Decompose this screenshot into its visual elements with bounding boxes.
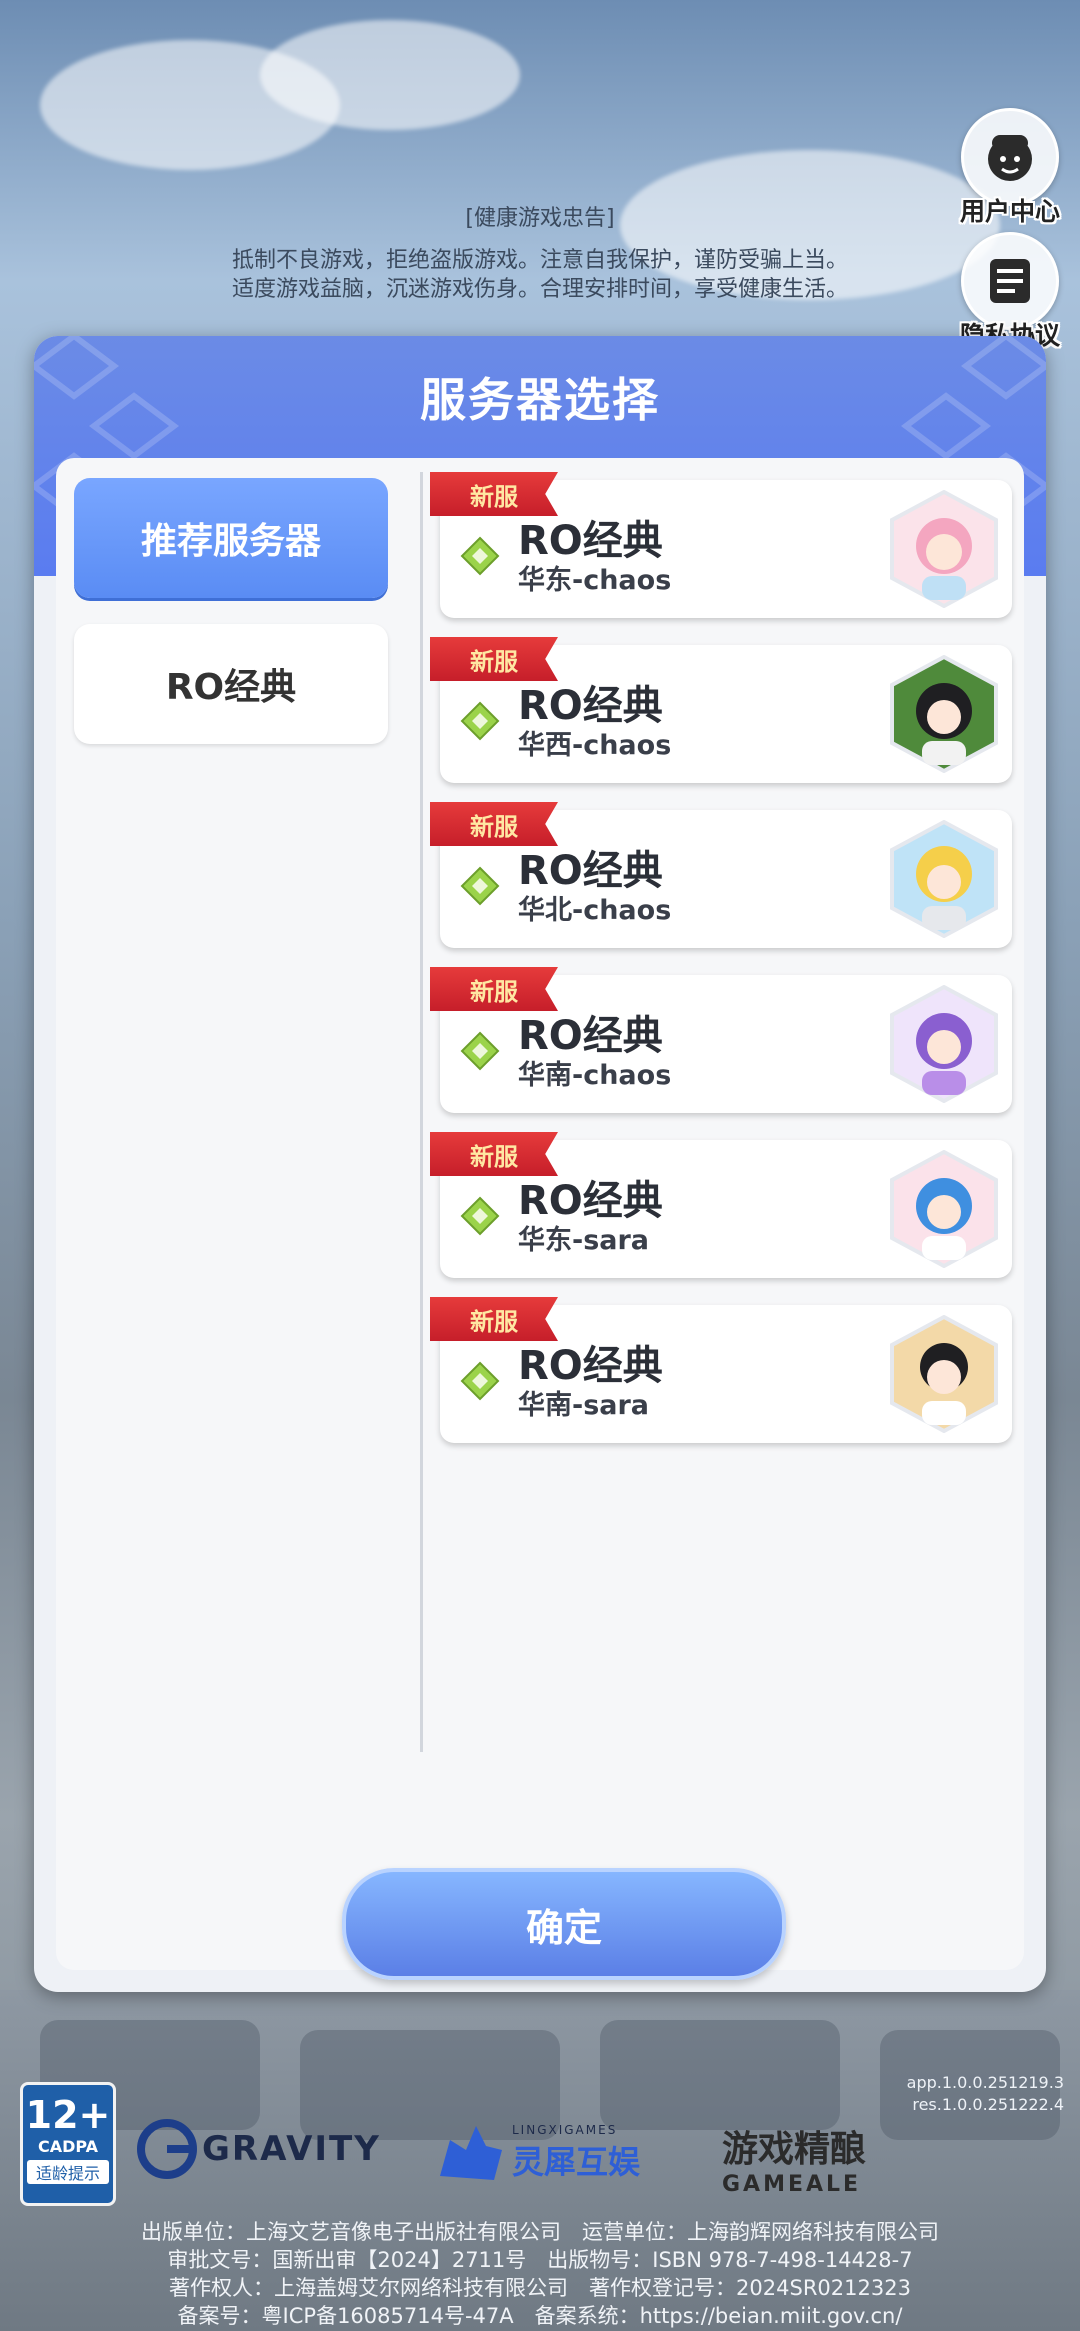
avatar-blond-boy bbox=[890, 820, 998, 938]
version-info: app.1.0.0.251219.3 res.1.0.0.251222.4 bbox=[907, 2072, 1064, 2116]
status-smooth-icon bbox=[460, 701, 500, 741]
server-region: 华南-chaos bbox=[518, 1060, 672, 1091]
avatar-purple-hair-girl bbox=[890, 985, 998, 1103]
rhino-icon bbox=[440, 2126, 502, 2180]
server-card-4[interactable]: 新服 RO经典 华南-chaos bbox=[430, 967, 1012, 1113]
status-smooth-icon bbox=[460, 1196, 500, 1236]
server-select-panel: 服务器选择 推荐服务器 RO经典 新服 RO经典 华东-chaos 新服 RO经… bbox=[34, 336, 1046, 1992]
status-smooth-icon bbox=[460, 1031, 500, 1071]
lingxi-logo: LINGXIGAMES 灵犀互娱 bbox=[436, 2120, 640, 2186]
server-region: 华东-chaos bbox=[518, 565, 672, 596]
age-rating-value: 12+ bbox=[25, 2093, 111, 2137]
server-region: 华西-chaos bbox=[518, 730, 672, 761]
avatar-glasses-boy bbox=[890, 1315, 998, 1433]
status-smooth-icon bbox=[460, 1361, 500, 1401]
server-card-1[interactable]: 新服 RO经典 华东-chaos bbox=[430, 472, 1012, 618]
user-center-label: 用户中心 bbox=[959, 197, 1060, 226]
server-region: 华北-chaos bbox=[518, 895, 672, 926]
gameale-en-text: GAMEALE bbox=[722, 2172, 862, 2197]
health-notice-line2: 适度游戏益脑，沉迷游戏伤身。合理安排时间，享受健康生活。 bbox=[231, 277, 848, 302]
tab-ro-classic[interactable]: RO经典 bbox=[74, 624, 388, 744]
footer-line2: 审批文号：国新出审【2024】2711号 出版物号：ISBN 978-7-498… bbox=[167, 2248, 913, 2272]
privacy-button[interactable]: 隐私协议 bbox=[952, 232, 1068, 352]
server-card-3[interactable]: 新服 RO经典 华北-chaos bbox=[430, 802, 1012, 948]
lingxi-cn-text: 灵犀互娱 bbox=[512, 2143, 641, 2181]
health-notice-title: [健康游戏忠告] bbox=[465, 206, 615, 231]
server-region: 华南-sara bbox=[518, 1390, 650, 1421]
status-smooth-icon bbox=[460, 866, 500, 906]
footer-line4: 备案号：粤ICP备16085714号-47A 备案系统：https://beia… bbox=[177, 2304, 903, 2328]
gameale-logo: 游戏精酿 GAMEALE bbox=[722, 2120, 866, 2197]
app-version: app.1.0.0.251219.3 bbox=[906, 2073, 1064, 2092]
user-center-button[interactable]: 用户中心 bbox=[952, 108, 1068, 228]
tab-recommended-servers[interactable]: 推荐服务器 bbox=[74, 478, 388, 598]
status-smooth-icon bbox=[460, 536, 500, 576]
column-divider bbox=[420, 472, 423, 1752]
footer-line1: 出版单位：上海文艺音像电子出版社有限公司 运营单位：上海韵辉网络科技有限公司 bbox=[141, 2220, 939, 2244]
gameale-cn-text: 游戏精酿 bbox=[722, 2129, 867, 2170]
server-region: 华东-sara bbox=[518, 1225, 650, 1256]
confirm-button[interactable]: 确定 bbox=[342, 1868, 786, 1980]
lingxi-en-text: LINGXIGAMES bbox=[512, 2123, 618, 2137]
server-card-5[interactable]: 新服 RO经典 华东-sara bbox=[430, 1132, 1012, 1278]
server-card-6[interactable]: 新服 RO经典 华南-sara bbox=[430, 1297, 1012, 1443]
avatar-black-hair-girl bbox=[890, 655, 998, 773]
panel-title: 服务器选择 bbox=[420, 373, 660, 427]
age-rating-org: CADPA bbox=[37, 2137, 99, 2156]
avatar-blue-hair-girl bbox=[890, 1150, 998, 1268]
server-card-2[interactable]: 新服 RO经典 华西-chaos bbox=[430, 637, 1012, 783]
gravity-logo: GRAVITY bbox=[136, 2118, 381, 2180]
panel-content: 推荐服务器 RO经典 新服 RO经典 华东-chaos 新服 RO经典 华西-c… bbox=[56, 458, 1024, 1980]
footer-line3: 著作权人：上海盖姆艾尔网络科技有限公司 著作权登记号：2024SR0212323 bbox=[169, 2276, 911, 2300]
age-rating-badge: 12+ CADPA 适龄提示 bbox=[20, 2082, 116, 2206]
res-version: res.1.0.0.251222.4 bbox=[912, 2095, 1064, 2114]
gravity-text: GRAVITY bbox=[202, 2129, 381, 2169]
gravity-mark-icon bbox=[137, 2119, 197, 2179]
age-rating-tip: 适龄提示 bbox=[27, 2160, 109, 2184]
avatar-pink-hair-girl bbox=[890, 490, 998, 608]
health-notice-line1: 抵制不良游戏，拒绝盗版游戏。注意自我保护，谨防受骗上当。 bbox=[231, 248, 848, 273]
